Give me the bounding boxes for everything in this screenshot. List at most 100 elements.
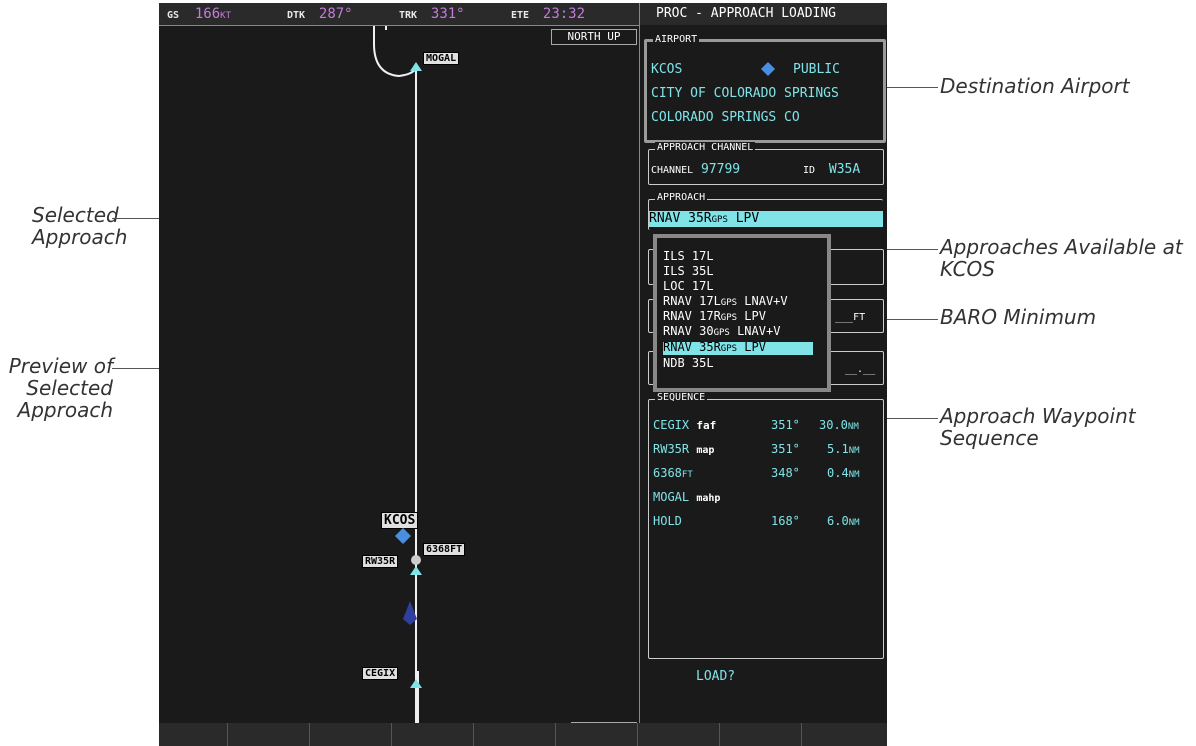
seq-distance-value: 6.0 xyxy=(827,514,849,528)
annotation-text: Preview of xyxy=(8,354,113,378)
softkey-8[interactable] xyxy=(719,723,802,746)
annotation-text: Selected xyxy=(32,203,119,227)
seq-type: faf xyxy=(696,419,717,432)
annotation-baro-minimum: BARO Minimum xyxy=(940,306,1096,328)
selected-approach-field[interactable]: RNAV 35RGPS LPV xyxy=(649,211,883,227)
annotation-text: Selected xyxy=(26,376,113,400)
gs-field: GS 166KT xyxy=(167,6,231,22)
option-name: RNAV 30 xyxy=(663,324,714,338)
load-button[interactable]: LOAD? xyxy=(696,669,735,684)
seq-waypoint: CEGIX xyxy=(653,418,690,432)
annotation-approaches-available: Approaches Available at KCOS xyxy=(940,236,1183,280)
seq-course: 168° xyxy=(771,514,800,528)
dtk-value: 287° xyxy=(318,6,353,22)
sequence-row: RW35R map 351° 5.1NM xyxy=(653,442,879,456)
freq-placeholder: __.__ xyxy=(845,364,876,375)
seq-distance-value: 0.4 xyxy=(827,466,849,480)
dtk-label: DTK xyxy=(287,10,306,21)
seq-distance: 30.0NM xyxy=(819,418,859,432)
waypoint-cegix-label: CEGIX xyxy=(362,667,399,680)
approach-option-selected[interactable]: RNAV 35RGPS LPV xyxy=(663,340,813,355)
seq-course: 351° xyxy=(771,442,800,456)
approach-option[interactable]: LOC 17L xyxy=(663,279,714,293)
airport-type: PUBLIC xyxy=(793,62,840,77)
approach-box: APPROACH RNAV 35RGPS LPV xyxy=(648,192,883,230)
option-sub: GPS xyxy=(720,344,738,354)
softkey-5[interactable] xyxy=(473,723,556,746)
annotation-text: BARO Minimum xyxy=(940,305,1097,329)
public-airport-icon xyxy=(761,62,775,76)
approach-section-title: APPROACH xyxy=(655,192,708,203)
sequence-section-title: SEQUENCE xyxy=(655,392,708,403)
option-name: ILS 17L xyxy=(663,249,714,263)
annotation-text: Destination Airport xyxy=(940,74,1130,98)
trk-label: TRK xyxy=(399,10,418,21)
softkey-6[interactable] xyxy=(555,723,638,746)
airport-name: CITY OF COLORADO SPRINGS xyxy=(651,86,839,101)
approach-option[interactable]: ILS 35L xyxy=(663,264,714,278)
seq-course: 351° xyxy=(771,418,800,432)
seq-distance-value: 30.0 xyxy=(819,418,848,432)
sequence-row: MOGAL mahp xyxy=(653,490,879,504)
channel-field: CHANNEL 97799 xyxy=(651,162,740,177)
id-field: ID W35A xyxy=(803,162,860,177)
option-type: LNAV+V xyxy=(729,324,781,338)
airport-section-title: AIRPORT xyxy=(653,34,700,45)
softkey-9[interactable] xyxy=(801,723,887,746)
softkey-4[interactable] xyxy=(391,723,474,746)
softkey-7[interactable] xyxy=(637,723,720,746)
option-sub: GPS xyxy=(720,298,738,308)
option-name: NDB 35L xyxy=(663,356,714,370)
softkey-2[interactable] xyxy=(227,723,310,746)
baro-minimum-value[interactable]: ___FT xyxy=(835,312,865,323)
approach-option[interactable]: NDB 35L xyxy=(663,356,714,370)
ete-value: 23:32 xyxy=(542,6,586,22)
seq-distance: 0.4NM xyxy=(827,466,860,480)
seq-type: mahp xyxy=(696,493,721,504)
channel-value: 97799 xyxy=(700,162,741,177)
map-orientation: NORTH UP xyxy=(551,29,637,45)
approach-channel-box: APPROACH CHANNEL CHANNEL 97799 ID W35A xyxy=(648,142,884,185)
annotation-text: Approach Waypoint xyxy=(940,404,1136,428)
selected-approach-type: LPV xyxy=(727,211,760,226)
softkey-1[interactable] xyxy=(159,723,228,746)
option-name: RNAV 35R xyxy=(663,340,721,354)
option-type: LPV xyxy=(737,340,766,354)
approach-option[interactable]: RNAV 17LGPS LNAV+V xyxy=(663,294,788,309)
sequence-box: SEQUENCE CEGIX faf 351° 30.0NM RW35R map… xyxy=(648,392,884,659)
runway-waypoint-icon xyxy=(410,555,422,575)
softkey-3[interactable] xyxy=(309,723,392,746)
panel-title: PROC - APPROACH LOADING xyxy=(640,3,887,25)
airport-kcos-label: KCOS xyxy=(381,512,419,529)
seq-distance-unit: NM xyxy=(848,446,860,456)
id-value: W35A xyxy=(828,162,861,177)
annotation-sequence: Approach Waypoint Sequence xyxy=(940,405,1136,449)
annotation-text: Approaches Available at xyxy=(940,235,1183,259)
seq-waypoint: 6368 xyxy=(653,466,682,480)
aircraft-icon xyxy=(403,601,417,625)
softkey-bar xyxy=(159,723,887,746)
channel-label: CHANNEL xyxy=(651,165,694,176)
seq-course: 348° xyxy=(771,466,800,480)
annotation-text: KCOS xyxy=(940,257,995,281)
option-type: LNAV+V xyxy=(737,294,788,308)
option-name: LOC 17L xyxy=(663,279,714,293)
seq-waypoint: MOGAL xyxy=(653,490,690,504)
approach-option[interactable]: RNAV 30GPS LNAV+V xyxy=(663,324,781,339)
airport-ident[interactable]: KCOS xyxy=(651,62,682,77)
gs-label: GS xyxy=(167,10,180,21)
option-name: ILS 35L xyxy=(663,264,714,278)
approach-dropdown: ILS 17L ILS 35L LOC 17L RNAV 17LGPS LNAV… xyxy=(653,234,831,392)
airport-diamond-icon xyxy=(395,528,411,544)
seq-waypoint: HOLD xyxy=(653,514,682,528)
approach-option[interactable]: ILS 17L xyxy=(663,249,714,263)
navigation-map[interactable]: NORTH UP MOGAL KCOS RW35R 6368FT CEGIX 3… xyxy=(159,26,639,742)
waypoint-mogal-label: MOGAL xyxy=(423,52,460,65)
option-name: RNAV 17R xyxy=(663,309,721,323)
seq-distance: 5.1NM xyxy=(827,442,860,456)
id-label: ID xyxy=(803,165,816,176)
approach-option[interactable]: RNAV 17RGPS LPV xyxy=(663,309,766,324)
seq-distance: 6.0NM xyxy=(827,514,860,528)
seq-distance-value: 5.1 xyxy=(827,442,849,456)
annotation-selected-approach: Selected Approach xyxy=(32,203,127,248)
